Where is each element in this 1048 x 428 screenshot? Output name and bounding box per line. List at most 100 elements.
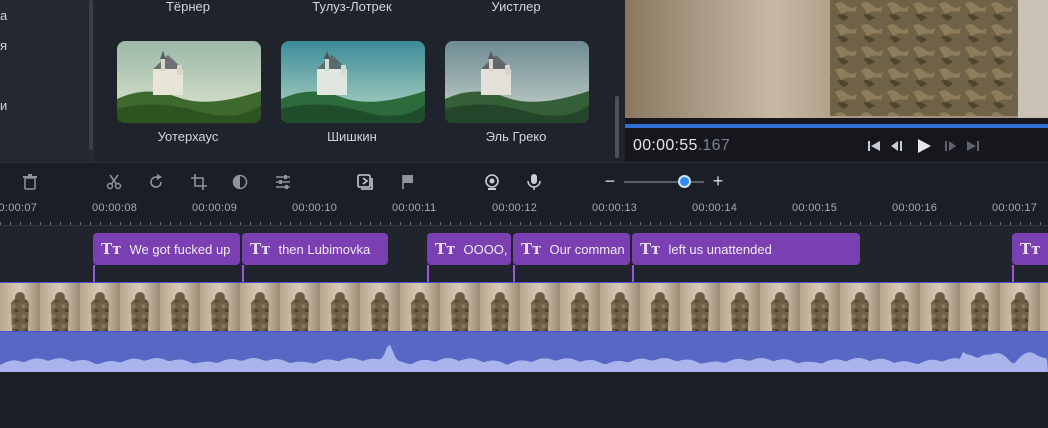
ruler-tick — [960, 222, 961, 225]
webcam-icon[interactable] — [482, 172, 502, 192]
video-frame — [960, 283, 1000, 331]
ruler-label: 00:00:15 — [792, 202, 838, 214]
title-clip[interactable]: Tт — [1012, 233, 1048, 265]
ruler-tick — [50, 222, 51, 225]
title-clip[interactable]: Tт left us unattended — [632, 233, 860, 265]
title-clip[interactable]: Tт then Lubimovka — [242, 233, 388, 265]
ruler-tick — [530, 222, 531, 225]
category-item[interactable]: я — [0, 38, 7, 53]
ruler-tick — [800, 222, 801, 225]
filter-thumbnail-waterhouse[interactable] — [117, 41, 261, 123]
category-list: а я и — [0, 0, 95, 162]
filter-label[interactable]: Тулуз-Лотрек — [280, 0, 424, 14]
ruler-tick — [210, 222, 211, 225]
ruler-tick — [850, 222, 851, 225]
video-frame — [640, 283, 680, 331]
video-frame — [200, 283, 240, 331]
ruler-tick — [550, 222, 551, 225]
ruler-tick — [310, 222, 311, 225]
zoom-slider-handle[interactable] — [678, 175, 691, 188]
clip-properties-icon[interactable] — [356, 172, 376, 192]
ruler-tick — [420, 222, 421, 225]
skip-start-icon[interactable] — [866, 137, 882, 155]
video-editor: а я и Тёрнер Тулуз-Лотрек Уистлер Уотерх… — [0, 0, 1048, 428]
ruler-tick — [710, 222, 711, 225]
filter-label[interactable]: Уистлер — [444, 0, 588, 14]
rotate-icon[interactable] — [146, 172, 166, 192]
ruler-tick — [920, 222, 921, 225]
ruler-tick — [520, 222, 521, 225]
skip-end-icon[interactable] — [965, 137, 981, 155]
microphone-icon[interactable] — [524, 172, 544, 192]
video-frame — [280, 283, 320, 331]
audio-track[interactable] — [0, 332, 1048, 372]
category-item[interactable]: а — [0, 8, 7, 23]
ruler-tick — [680, 222, 681, 225]
ruler-label: 00:00:14 — [692, 202, 738, 214]
preview-player: 00:00:55.167 — [625, 0, 1048, 162]
video-track[interactable] — [0, 282, 1048, 332]
ruler-tick — [450, 222, 451, 225]
timeline-ruler[interactable]: 00:00:07 00:00:08 00:00:09 00:00:10 00:0… — [0, 202, 1048, 226]
ruler-tick — [280, 222, 281, 225]
ruler-tick — [1030, 222, 1031, 225]
titles-track: Tт We got fucked up Tт then Lubimovka Tт OO… — [0, 226, 1048, 282]
ruler-tick — [630, 222, 631, 225]
video-frame — [240, 283, 280, 331]
ruler-tick — [740, 222, 741, 225]
video-frame — [720, 283, 760, 331]
ruler-tick — [730, 222, 731, 225]
ruler-tick — [1020, 222, 1021, 225]
filter-label[interactable]: Тёрнер — [116, 0, 260, 14]
ruler-tick — [360, 222, 361, 225]
zoom-slider-track[interactable] — [624, 181, 704, 183]
video-frame — [1000, 283, 1040, 331]
category-scrollbar[interactable] — [89, 0, 93, 150]
title-text-icon: Tт — [250, 240, 271, 258]
title-clip[interactable]: Tт OOOO, — [427, 233, 511, 265]
category-item[interactable]: и — [0, 98, 7, 113]
play-icon[interactable] — [915, 137, 933, 155]
ruler-tick — [70, 222, 71, 225]
ruler-tick — [20, 222, 21, 225]
filter-thumbnail-el-greco[interactable] — [445, 41, 589, 123]
ruler-tick — [940, 222, 941, 225]
video-frame — [320, 283, 360, 331]
ruler-tick — [170, 222, 171, 225]
ruler-tick — [120, 222, 121, 225]
sliders-icon[interactable] — [273, 172, 293, 192]
title-clip[interactable]: Tт We got fucked up — [93, 233, 240, 265]
ruler-label: 00:00:12 — [492, 202, 538, 214]
ruler-tick — [760, 222, 761, 225]
crop-icon[interactable] — [189, 172, 209, 192]
ruler-tick — [980, 222, 981, 225]
ruler-tick — [60, 222, 61, 225]
scissors-icon[interactable] — [104, 172, 124, 192]
zoom-in-button[interactable]: + — [708, 171, 728, 191]
ruler-tick — [570, 222, 571, 225]
title-text-icon: Tт — [640, 240, 661, 258]
ruler-tick — [540, 222, 541, 225]
video-frame — [880, 283, 920, 331]
filters-scrollbar[interactable] — [615, 96, 619, 158]
title-clip[interactable]: Tт Our comman — [513, 233, 630, 265]
title-clip-label: left us unattended — [668, 241, 772, 257]
filter-thumbnail-shishkin[interactable] — [281, 41, 425, 123]
zoom-out-button[interactable]: − — [600, 171, 620, 191]
prev-frame-icon[interactable] — [889, 137, 905, 155]
video-frame — [1040, 283, 1048, 331]
ruler-tick — [130, 222, 131, 225]
ruler-tick — [230, 222, 231, 225]
playback-progress[interactable] — [625, 124, 1048, 128]
ruler-tick — [500, 222, 501, 225]
trash-icon[interactable] — [20, 172, 40, 192]
ruler-tick — [340, 222, 341, 225]
ruler-tick — [690, 222, 691, 225]
ruler-tick — [770, 222, 771, 225]
ruler-label: 00:00:10 — [292, 202, 338, 214]
flag-icon[interactable] — [398, 172, 418, 192]
ruler-tick — [700, 222, 701, 225]
ruler-tick — [600, 222, 601, 225]
next-frame-icon[interactable] — [942, 137, 958, 155]
color-adjust-icon[interactable] — [230, 172, 250, 192]
